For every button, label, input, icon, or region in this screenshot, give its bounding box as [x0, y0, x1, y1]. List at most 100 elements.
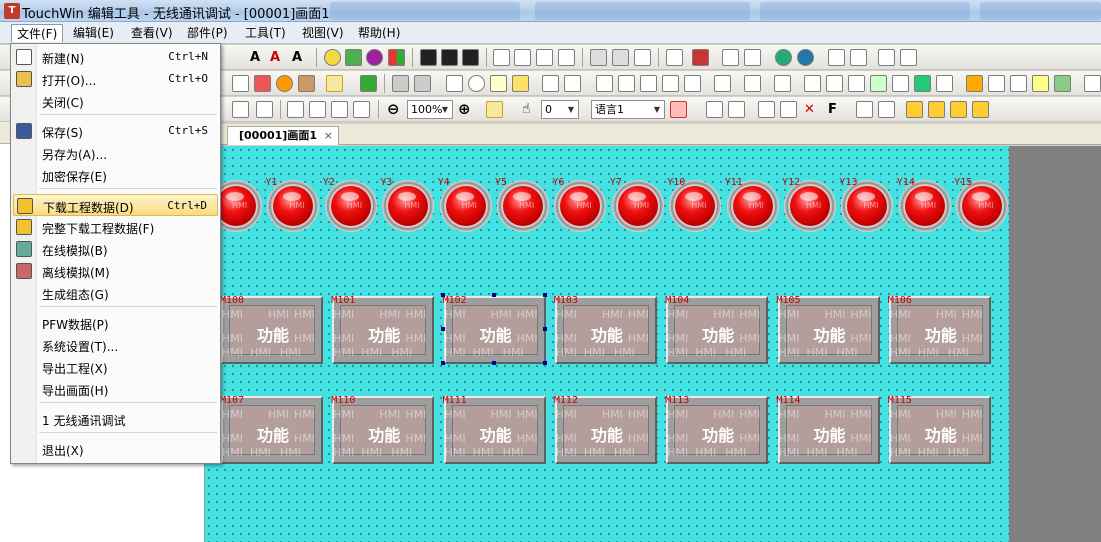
alarm-icon[interactable]: [914, 75, 931, 92]
function-button[interactable]: HMI HMI HMI HMI HMI HMI HMI HMI 功能: [666, 296, 769, 364]
function-button[interactable]: HMI HMI HMI HMI HMI HMI HMI HMI 功能: [332, 296, 435, 364]
document-icon[interactable]: [744, 75, 761, 92]
upload-toolbar-icon[interactable]: [928, 101, 945, 118]
grid-green-icon[interactable]: [1054, 75, 1071, 92]
area-chart-icon[interactable]: [892, 75, 909, 92]
shape-tool-icon[interactable]: [345, 49, 362, 66]
zoom-select[interactable]: 100% ▼: [407, 100, 453, 119]
more-icon[interactable]: [1084, 75, 1101, 92]
picture-icon[interactable]: [564, 75, 581, 92]
qr-code-icon[interactable]: [232, 75, 249, 92]
string-tool-icon[interactable]: [536, 49, 553, 66]
font-icon[interactable]: F: [828, 101, 837, 118]
file-menu-item[interactable]: 加密保存(E): [13, 164, 218, 186]
file-menu-item[interactable]: 新建(N) Ctrl+N: [13, 46, 218, 68]
selection-handle[interactable]: [440, 293, 445, 297]
file-menu-item[interactable]: 保存(S) Ctrl+S: [13, 120, 218, 142]
function-button[interactable]: HMI HMI HMI HMI HMI HMI HMI HMI 功能: [777, 296, 880, 364]
edit-icon[interactable]: [780, 101, 797, 118]
printer-icon[interactable]: [692, 49, 709, 66]
menu-window[interactable]: 视图(V): [297, 24, 349, 42]
function-button[interactable]: HMI HMI HMI HMI HMI HMI HMI HMI 功能: [554, 396, 657, 464]
menu-tools[interactable]: 工具(T): [240, 24, 291, 42]
color-icon[interactable]: [276, 75, 293, 92]
trend-icon[interactable]: [826, 75, 843, 92]
network-icon[interactable]: [797, 49, 814, 66]
align-top-icon[interactable]: [287, 101, 304, 118]
globe-icon[interactable]: [775, 49, 792, 66]
full-download-toolbar-icon[interactable]: [950, 101, 967, 118]
hand-pan-icon[interactable]: ☝: [522, 101, 531, 118]
char-display-icon[interactable]: [462, 49, 479, 66]
speaker-icon[interactable]: [490, 75, 507, 92]
file-menu-item[interactable]: PFW数据(P): [13, 312, 218, 334]
bar-icon[interactable]: [618, 75, 635, 92]
fill-icon[interactable]: [298, 75, 315, 92]
menu-parts[interactable]: 部件(P): [182, 24, 233, 42]
r-tool-icon[interactable]: [670, 101, 687, 118]
xy-chart-icon[interactable]: [870, 75, 887, 92]
lamp-tool-icon[interactable]: [324, 49, 341, 66]
number-input-icon[interactable]: [441, 49, 458, 66]
tab-screen-1[interactable]: [00001]画面1 ×: [227, 126, 339, 145]
gauge-icon[interactable]: [468, 75, 485, 92]
file-menu-item[interactable]: 下载工程数据(D) Ctrl+D: [13, 194, 218, 216]
slider-icon[interactable]: [542, 75, 559, 92]
digit-123-icon[interactable]: [493, 49, 510, 66]
function-button[interactable]: HMI HMI HMI HMI HMI HMI HMI HMI 功能: [554, 296, 657, 364]
selection-handle[interactable]: [491, 361, 496, 365]
function-button[interactable]: HMI HMI HMI HMI HMI HMI HMI HMI 功能: [666, 396, 769, 464]
selection-handle[interactable]: [542, 361, 547, 365]
function-button[interactable]: HMI HMI HMI HMI HMI HMI HMI HMI 功能: [221, 296, 323, 364]
function-button[interactable]: HMI HMI HMI HMI HMI HMI HMI HMI 功能: [777, 396, 880, 464]
device-toolbar-icon[interactable]: [972, 101, 989, 118]
keypad-icon[interactable]: [558, 49, 575, 66]
download-toolbar-icon[interactable]: [906, 101, 923, 118]
window-icon[interactable]: [722, 49, 739, 66]
selection-handle[interactable]: [440, 327, 445, 331]
component-icon[interactable]: [360, 75, 377, 92]
histogram2-icon[interactable]: [848, 75, 865, 92]
print-icon[interactable]: [774, 75, 791, 92]
close-icon[interactable]: ×: [324, 127, 333, 144]
function-button[interactable]: HMI HMI HMI HMI HMI HMI HMI HMI 功能: [888, 396, 991, 464]
wrench-icon[interactable]: [640, 75, 657, 92]
offline-sim-toolbar-icon[interactable]: [878, 101, 895, 118]
menu-view[interactable]: 查看(V): [126, 24, 178, 42]
selection-handle[interactable]: [542, 293, 547, 297]
function-button[interactable]: HMI HMI HMI HMI HMI HMI HMI HMI 功能: [332, 396, 435, 464]
layout-icon[interactable]: [966, 75, 983, 92]
palette-icon[interactable]: [706, 101, 723, 118]
move-right-icon[interactable]: [414, 75, 431, 92]
rect-tool-icon[interactable]: [850, 49, 867, 66]
data-table-icon[interactable]: [1010, 75, 1027, 92]
histogram-icon[interactable]: [900, 49, 917, 66]
gear-icon[interactable]: [662, 75, 679, 92]
online-sim-toolbar-icon[interactable]: [856, 101, 873, 118]
flag-tool-icon[interactable]: [388, 49, 405, 66]
layer-select[interactable]: 0 ▼: [541, 100, 579, 119]
selection-handle[interactable]: [491, 293, 496, 297]
number-display-icon[interactable]: [420, 49, 437, 66]
align-bottom-icon[interactable]: [309, 101, 326, 118]
move-left-icon[interactable]: [392, 75, 409, 92]
file-menu-item[interactable]: 离线模拟(M): [13, 260, 218, 282]
menu-help[interactable]: 帮助(H): [353, 24, 405, 42]
file-menu-item[interactable]: 在线模拟(B): [13, 238, 218, 260]
function-button[interactable]: HMI HMI HMI HMI HMI HMI HMI HMI 功能: [221, 396, 323, 464]
recipe-icon[interactable]: [936, 75, 953, 92]
text-format-icon[interactable]: A: [292, 49, 302, 66]
align-vertical-icon[interactable]: [232, 101, 249, 118]
align-left-icon[interactable]: [331, 101, 348, 118]
shield-icon[interactable]: [714, 75, 731, 92]
tools-icon[interactable]: [684, 75, 701, 92]
file-menu-item[interactable]: 打开(O)... Ctrl+O: [13, 68, 218, 90]
menu-edit[interactable]: 编辑(E): [68, 24, 119, 42]
hmi-screen-canvas[interactable]: HMI HMI Y1 HMI Y2 HMI Y3 HMI Y4 HMI Y5 HMI Y6 HMI Y7 HM…: [205, 146, 1009, 542]
pipe-icon[interactable]: [596, 75, 613, 92]
bar-chart-icon[interactable]: [878, 49, 895, 66]
bitmap-icon[interactable]: [254, 75, 271, 92]
file-menu-item[interactable]: 关闭(C): [13, 90, 218, 112]
screen-tool-icon[interactable]: [666, 49, 683, 66]
table-icon[interactable]: [446, 75, 463, 92]
